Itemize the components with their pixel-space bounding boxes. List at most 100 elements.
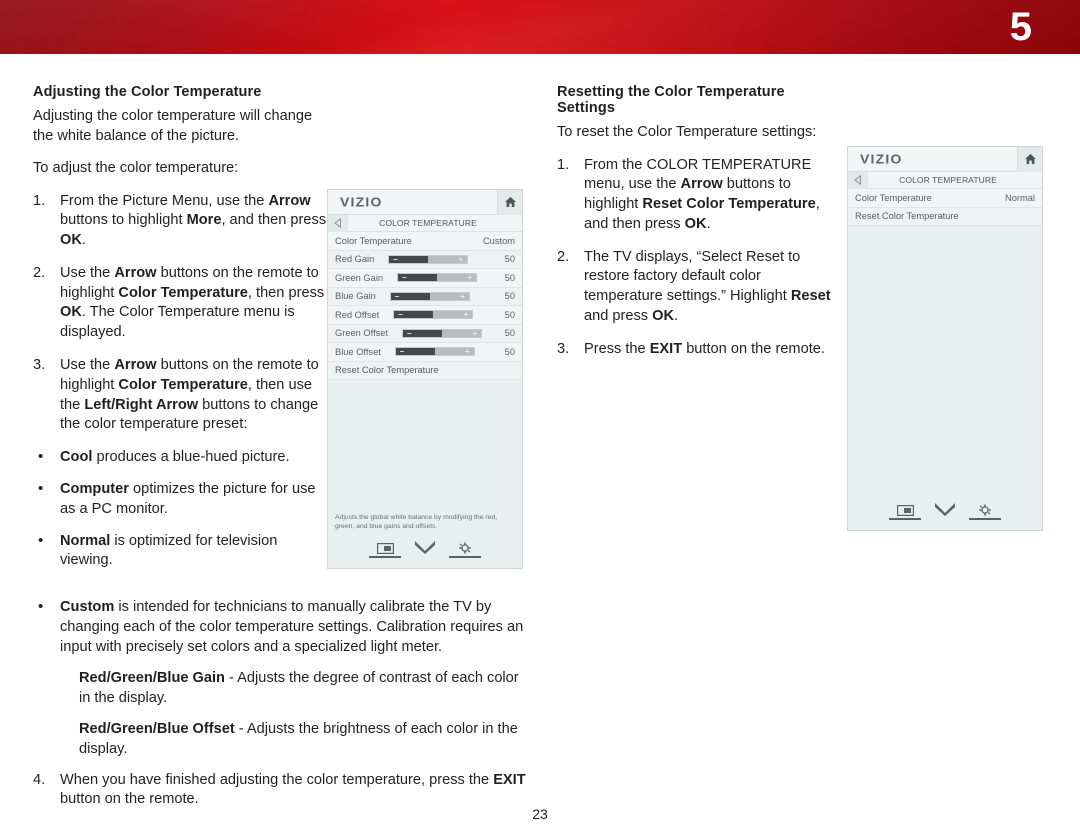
osd-row-label: Red Offset	[335, 309, 380, 320]
step-number: 3.	[557, 340, 570, 357]
osd-slider-fill: –	[395, 348, 435, 356]
minus-icon[interactable]: –	[398, 311, 402, 319]
osd-brand-bar: VIZIO	[328, 190, 522, 215]
emphasis-text: OK	[60, 232, 82, 249]
definition-paragraph: Red/Green/Blue Gain - Adjusts the degree…	[33, 669, 533, 709]
minus-icon[interactable]: –	[407, 329, 411, 337]
emphasis-text: OK	[684, 215, 707, 232]
osd-brand-bar: VIZIO	[848, 147, 1042, 172]
osd-body	[848, 226, 1042, 530]
plus-icon[interactable]: +	[464, 311, 469, 319]
emphasis-text: Custom	[60, 599, 115, 615]
vizio-logo: VIZIO	[860, 151, 903, 167]
bullet-dot-icon: •	[38, 531, 44, 549]
osd-menu-row[interactable]: Reset Color Temperature	[848, 207, 1042, 226]
emphasis-text: Normal	[60, 532, 111, 549]
step-number: 4.	[33, 771, 46, 788]
body-text-run: button on the remote.	[60, 791, 199, 808]
bullet-item: • Cool produces a blue-hued picture.	[33, 448, 333, 468]
osd-menu-row[interactable]: Color Temperature Normal	[848, 189, 1042, 208]
home-icon[interactable]	[1017, 147, 1042, 172]
osd-slider[interactable]: – +	[393, 310, 474, 320]
osd-slider-track: +	[428, 255, 468, 263]
gain-offset-definitions: Red/Green/Blue Gain - Adjusts the degree…	[33, 669, 533, 759]
osd-slider-track: +	[429, 292, 469, 300]
emphasis-text: EXIT	[493, 771, 526, 788]
osd-slider-track: +	[433, 311, 473, 319]
left-bullets-list: • Cool produces a blue-hued picture. • Comp…	[33, 448, 333, 571]
osd-slider[interactable]: – +	[388, 254, 469, 264]
gear-icon[interactable]	[449, 542, 481, 558]
osd-slider[interactable]: – +	[402, 328, 483, 338]
home-icon[interactable]	[497, 190, 522, 215]
osd-menu-row[interactable]: Blue Gain – +50	[328, 287, 522, 306]
body-text-run: .	[674, 308, 679, 325]
osd-row-label: Reset Color Temperature	[855, 211, 959, 222]
step-number: 2.	[557, 248, 570, 265]
step-item: 2. The TV displays, “Select Reset to rest…	[557, 248, 837, 327]
osd-menu-row[interactable]: Reset Color Temperature	[328, 361, 522, 380]
back-arrow-icon[interactable]	[328, 214, 348, 232]
left-intro-paragraph-1: Adjusting the color temperature will cha…	[33, 108, 313, 144]
osd-menu-row[interactable]: Red Gain – +50	[328, 250, 522, 269]
body-text-run: button on the remote.	[682, 340, 825, 357]
osd-menu-row[interactable]: Green Offset – +50	[328, 324, 522, 343]
left-final-step: 4. When you have finished adjusting the c…	[33, 771, 533, 811]
osd-slider[interactable]: – +	[397, 273, 478, 283]
osd-body: Adjusts the global white balance by modi…	[328, 380, 522, 568]
minus-icon[interactable]: –	[402, 274, 406, 282]
osd-menu-row[interactable]: Green Gain – +50	[328, 269, 522, 288]
osd-color-temperature-normal[interactable]: VIZIO COLOR TEMPERATURE Color Temperatur…	[847, 146, 1043, 531]
step-item: 1. From the COLOR TEMPERATURE menu, use t…	[557, 156, 837, 235]
back-arrow-icon[interactable]	[848, 171, 868, 189]
osd-row-label: Green Gain	[335, 272, 384, 283]
right-column: Resetting the Color Temperature Settings…	[557, 84, 837, 373]
chapter-number: 5	[1009, 5, 1032, 49]
emphasis-text: Red/Green/Blue Offset	[79, 720, 235, 737]
osd-slider-track: +	[434, 348, 474, 356]
body-text-run: Use the	[60, 357, 115, 374]
osd-menu-row[interactable]: Red Offset – +50	[328, 306, 522, 325]
body-text-run: and press	[584, 308, 653, 325]
emphasis-text: Arrow	[680, 176, 723, 193]
osd-row-value: 50	[504, 291, 515, 302]
step-number: 1.	[557, 156, 570, 173]
gear-icon[interactable]	[969, 504, 1001, 520]
osd-color-temperature-custom[interactable]: VIZIO COLOR TEMPERATURE Color Temperatur…	[327, 189, 523, 569]
emphasis-text: Arrow	[114, 357, 157, 374]
picture-icon[interactable]	[889, 505, 921, 520]
osd-rows-container: Color Temperature Normal Reset Color Tempe…	[848, 189, 1042, 226]
plus-icon[interactable]: +	[472, 329, 477, 337]
minus-icon[interactable]: –	[395, 292, 399, 300]
picture-icon[interactable]	[369, 543, 401, 558]
osd-slider-track: +	[437, 274, 477, 282]
osd-slider[interactable]: – +	[389, 291, 470, 301]
page-title-right: Resetting the Color Temperature Settings	[557, 84, 785, 116]
emphasis-text: Color Temperature	[118, 284, 248, 301]
osd-row-label: Green Offset	[335, 328, 389, 339]
osd-row-label: Color Temperature	[855, 192, 932, 203]
osd-row-label: Blue Offset	[335, 346, 381, 357]
minus-icon[interactable]: –	[393, 255, 397, 263]
custom-preset-bullet: • Custom is intended for technicians to m…	[33, 598, 533, 657]
chevron-down-icon[interactable]	[409, 540, 441, 558]
osd-slider-fill: –	[394, 311, 434, 319]
step-item: 2. Use the Arrow buttons on the remote to…	[33, 264, 333, 343]
plus-icon[interactable]: +	[459, 255, 464, 263]
osd-slider-track: +	[442, 329, 482, 337]
osd-row-value: 50	[504, 328, 515, 339]
osd-menu-row[interactable]: Blue Offset – +50	[328, 343, 522, 362]
plus-icon[interactable]: +	[460, 292, 465, 300]
osd-slider[interactable]: – +	[394, 347, 475, 357]
osd-menu-row[interactable]: Color Temperature Custom	[328, 232, 522, 251]
bullet-item: • Normal is optimized for television view…	[33, 532, 333, 572]
step-number: 3.	[33, 357, 46, 374]
osd-row-value: 50	[504, 272, 515, 283]
emphasis-text: Arrow	[268, 192, 311, 209]
plus-icon[interactable]: +	[465, 348, 470, 356]
bullet-dot-icon: •	[38, 480, 44, 498]
plus-icon[interactable]: +	[467, 274, 472, 282]
body-text-run: , then press	[247, 284, 325, 301]
minus-icon[interactable]: –	[400, 348, 404, 356]
chevron-down-icon[interactable]	[929, 502, 961, 520]
